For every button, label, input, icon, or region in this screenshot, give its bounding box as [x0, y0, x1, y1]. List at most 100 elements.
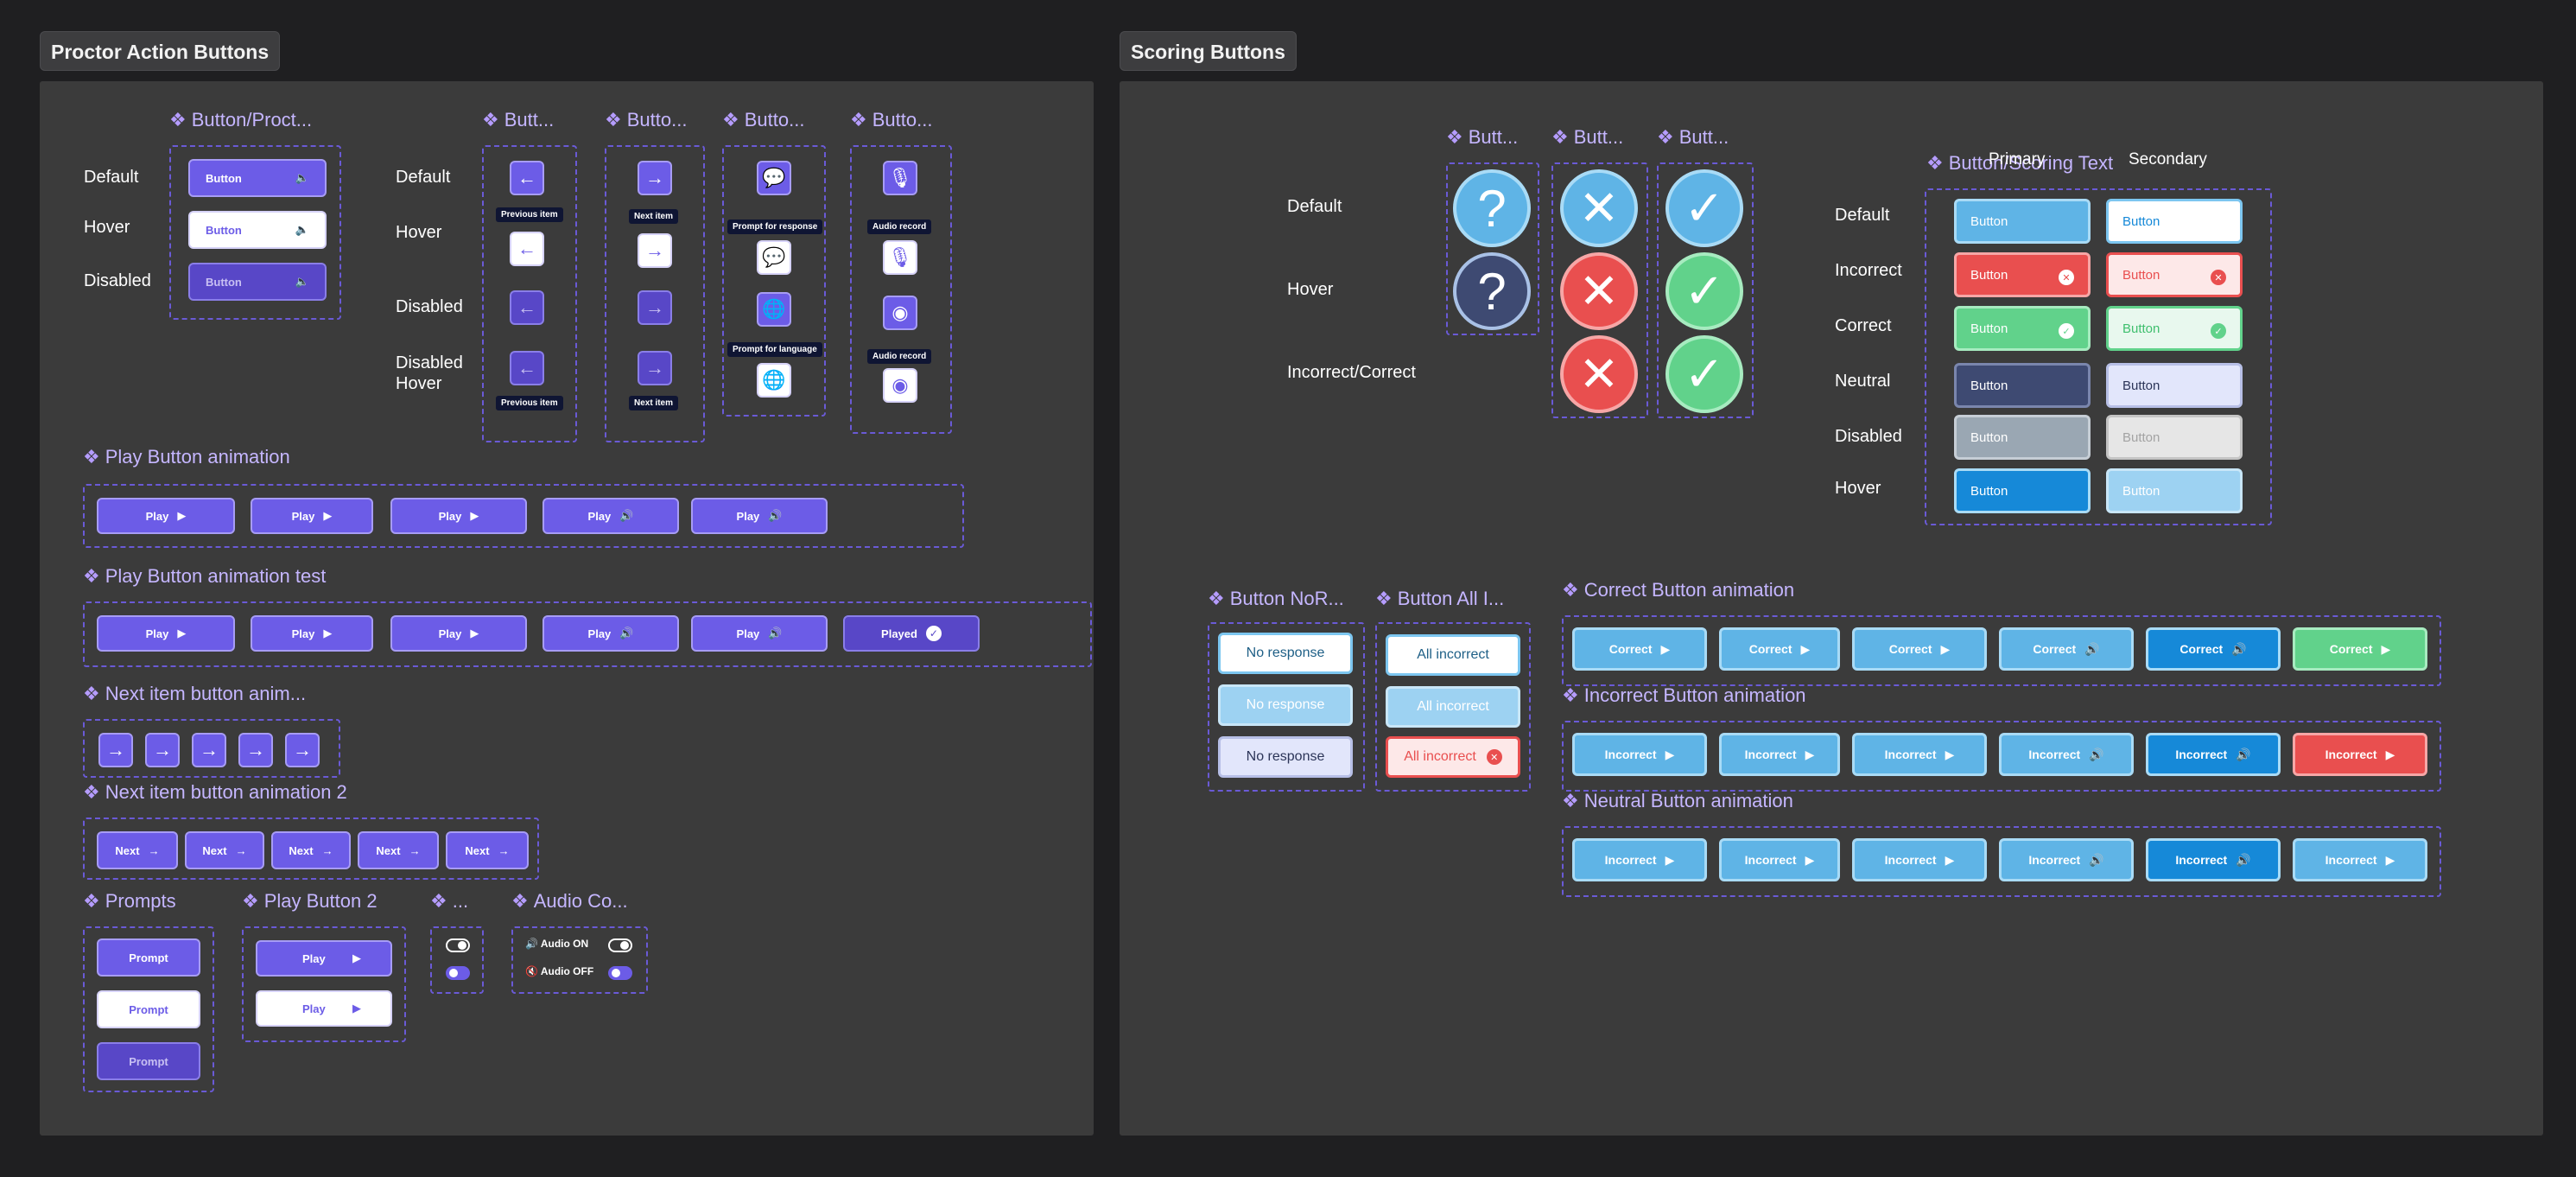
- audio-record-button-hover[interactable]: 🎙: [883, 240, 917, 275]
- toggle-switch[interactable]: [446, 966, 470, 980]
- audio-toggle[interactable]: [608, 966, 632, 980]
- next-item-button[interactable]: →: [238, 733, 273, 767]
- incorrect-score-button[interactable]: ✕: [1560, 169, 1638, 247]
- next-item-button[interactable]: →: [285, 733, 320, 767]
- toggle-switch[interactable]: [446, 938, 470, 952]
- component-title: ❖ Butto...: [605, 109, 688, 130]
- incorrect-score-button-hover[interactable]: ✕: [1560, 252, 1638, 330]
- incorrect-button[interactable]: Incorrect 🔊: [2146, 733, 2281, 776]
- previous-button-hover[interactable]: ←: [510, 232, 544, 266]
- scoring-text-primary-default[interactable]: Button: [1954, 199, 2091, 244]
- next-button[interactable]: Next →: [358, 831, 439, 869]
- all-incorrect-button[interactable]: All incorrect: [1386, 634, 1520, 676]
- all-incorrect-button-selected[interactable]: All incorrect ✕: [1386, 736, 1520, 778]
- play-button[interactable]: Play ▶: [390, 615, 527, 652]
- neutral-button[interactable]: Incorrect ▶: [1572, 838, 1707, 881]
- correct-score-button-selected[interactable]: ✓: [1666, 335, 1743, 413]
- correct-button[interactable]: Correct 🔊: [1999, 627, 2134, 671]
- scoring-text-secondary-correct[interactable]: Button ✓: [2106, 306, 2243, 351]
- scoring-text-primary-correct[interactable]: Button ✓: [1954, 306, 2091, 351]
- next-button[interactable]: Next →: [97, 831, 178, 869]
- next-item-button[interactable]: →: [145, 733, 180, 767]
- play-icon: ▶: [1665, 747, 1675, 761]
- neutral-button[interactable]: Incorrect ▶: [2293, 838, 2427, 881]
- next-item-button[interactable]: →: [98, 733, 133, 767]
- correct-button[interactable]: Correct 🔊: [2146, 627, 2281, 671]
- play-icon: ▶: [1805, 852, 1815, 867]
- proctor-button-default[interactable]: Button 🔈: [188, 159, 327, 197]
- neutral-button[interactable]: Incorrect ▶: [1852, 838, 1987, 881]
- no-response-button[interactable]: No response: [1218, 633, 1353, 674]
- play-button[interactable]: Play 🔊: [542, 498, 679, 534]
- correct-score-button-hover[interactable]: ✓: [1666, 252, 1743, 330]
- all-incorrect-button-hover[interactable]: All incorrect: [1386, 686, 1520, 728]
- prompt-button[interactable]: Prompt: [97, 938, 200, 977]
- play-button-2-hover[interactable]: Play ▶: [256, 990, 392, 1027]
- scoring-text-primary-hover[interactable]: Button: [1954, 468, 2091, 513]
- play-button[interactable]: Play ▶: [251, 615, 373, 652]
- state-label: Incorrect/Correct: [1287, 363, 1416, 382]
- play-button[interactable]: Play ▶: [390, 498, 527, 534]
- next-button[interactable]: Next →: [185, 831, 264, 869]
- component-title: ❖ Button All I...: [1375, 588, 1505, 609]
- previous-button-default[interactable]: ←: [510, 161, 544, 195]
- component-title: ❖ Next item button animation 2: [83, 781, 347, 803]
- play-button-2[interactable]: Play ▶: [256, 940, 392, 977]
- next-item-button[interactable]: →: [192, 733, 226, 767]
- unknown-score-button[interactable]: ?: [1453, 169, 1531, 247]
- unknown-score-button-hover[interactable]: ?: [1453, 252, 1531, 330]
- scoring-text-primary-incorrect[interactable]: Button ✕: [1954, 252, 2091, 297]
- incorrect-button[interactable]: Incorrect ▶: [1719, 733, 1840, 776]
- next-button-hover[interactable]: →: [638, 233, 672, 268]
- prompt-response-button[interactable]: 💬: [757, 161, 791, 195]
- component-title: ❖ Next item button anim...: [83, 683, 307, 704]
- check-icon: ✓: [1684, 181, 1725, 235]
- play-button[interactable]: Play ▶: [251, 498, 373, 534]
- speaker-icon: 🔈: [295, 171, 309, 184]
- next-button-disabled-hover: →: [638, 351, 672, 385]
- correct-score-button[interactable]: ✓: [1666, 169, 1743, 247]
- state-label: Disabled Hover: [396, 353, 463, 393]
- incorrect-button[interactable]: Incorrect ▶: [1572, 733, 1707, 776]
- incorrect-score-button-selected[interactable]: ✕: [1560, 335, 1638, 413]
- scoring-text-primary-neutral[interactable]: Button: [1954, 363, 2091, 408]
- audio-recording-button[interactable]: ◉: [883, 296, 917, 330]
- play-button[interactable]: Play 🔊: [691, 498, 828, 534]
- play-button[interactable]: Play ▶: [97, 615, 235, 652]
- neutral-button[interactable]: Incorrect 🔊: [1999, 838, 2134, 881]
- prompt-language-button[interactable]: 🌐: [757, 292, 791, 327]
- incorrect-button-selected[interactable]: Incorrect ▶: [2293, 733, 2427, 776]
- scoring-text-secondary-hover[interactable]: Button: [2106, 468, 2243, 513]
- proctor-button-hover[interactable]: Button 🔈: [188, 211, 327, 249]
- audio-recording-button-hover[interactable]: ◉: [883, 368, 917, 403]
- play-button[interactable]: Play 🔊: [542, 615, 679, 652]
- neutral-button[interactable]: Incorrect 🔊: [2146, 838, 2281, 881]
- scoring-text-secondary-default[interactable]: Button: [2106, 199, 2243, 244]
- next-button[interactable]: Next →: [271, 831, 351, 869]
- state-label: Incorrect: [1835, 261, 1902, 280]
- no-response-button-hover[interactable]: No response: [1218, 684, 1353, 726]
- correct-button-selected[interactable]: Correct ▶: [2293, 627, 2427, 671]
- play-button[interactable]: Play ▶: [97, 498, 235, 534]
- neutral-button[interactable]: Incorrect ▶: [1719, 838, 1840, 881]
- scoring-text-secondary-incorrect[interactable]: Button ✕: [2106, 252, 2243, 297]
- audio-off-label: 🔇 Audio OFF: [525, 965, 594, 977]
- incorrect-button[interactable]: Incorrect 🔊: [1999, 733, 2134, 776]
- play-button[interactable]: Play 🔊: [691, 615, 828, 652]
- prompt-button-hover[interactable]: Prompt: [97, 990, 200, 1028]
- no-response-button-selected[interactable]: No response: [1218, 736, 1353, 778]
- audio-record-button[interactable]: 🎙: [883, 161, 917, 195]
- correct-button[interactable]: Correct ▶: [1719, 627, 1840, 671]
- audio-toggle[interactable]: [608, 938, 632, 952]
- next-button[interactable]: Next →: [446, 831, 529, 869]
- next-button-default[interactable]: →: [638, 161, 672, 195]
- correct-button[interactable]: Correct ▶: [1572, 627, 1707, 671]
- chat-bubble-icon: 💬: [762, 167, 786, 188]
- incorrect-button[interactable]: Incorrect ▶: [1852, 733, 1987, 776]
- column-label: Secondary: [2129, 150, 2207, 169]
- prompt-response-button-hover[interactable]: 💬: [757, 240, 791, 275]
- x-circle-icon: ✕: [2059, 270, 2074, 285]
- prompt-language-button-hover[interactable]: 🌐: [757, 363, 791, 398]
- correct-button[interactable]: Correct ▶: [1852, 627, 1987, 671]
- scoring-text-secondary-neutral[interactable]: Button: [2106, 363, 2243, 408]
